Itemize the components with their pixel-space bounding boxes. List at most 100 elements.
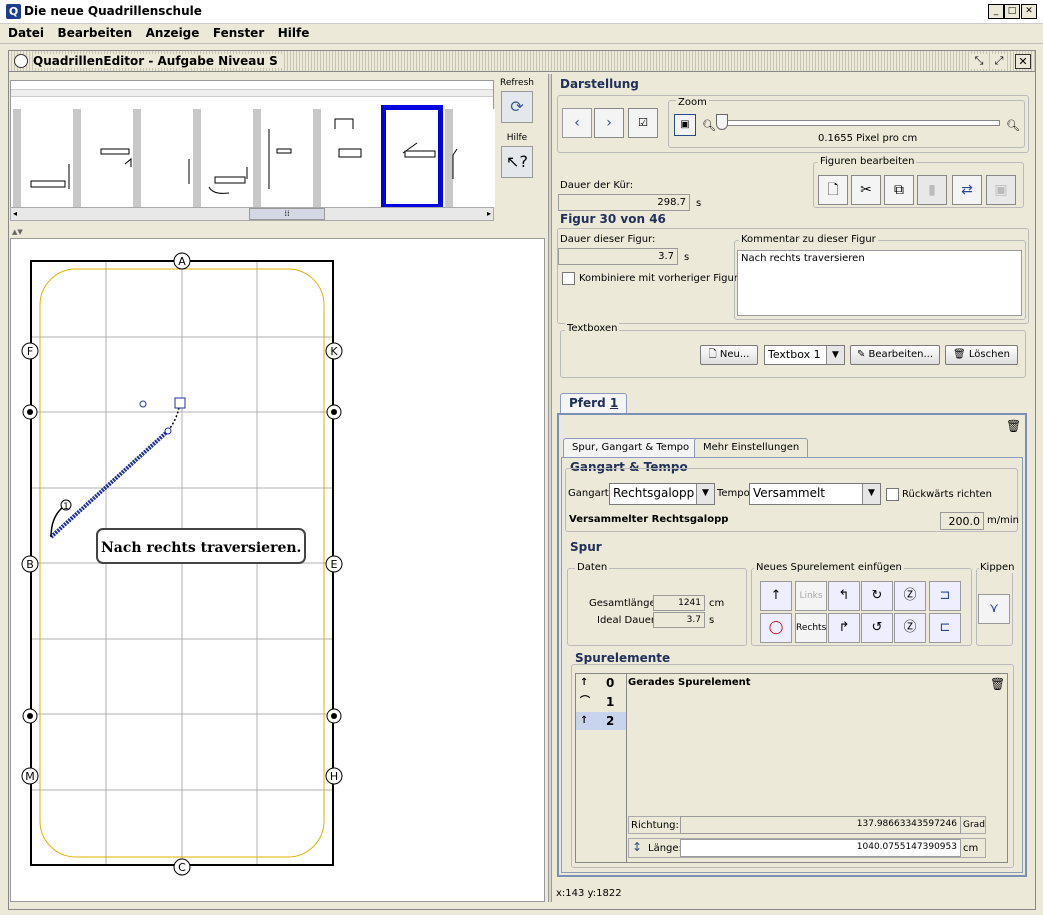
help-tool: Hilfe ↖? [498,133,536,178]
straight-arrow-icon: ↑ [770,588,782,603]
arena-drawing[interactable]: A F K B E M H C 1 Nach rechts traversier… [11,239,546,903]
textbox-edit-label: Bearbeiten... [868,349,934,360]
gangart-select[interactable]: Rechtsgalopp ▼ [609,483,715,505]
close-icon[interactable]: ✕ [1015,54,1031,69]
add-turn-right-button[interactable]: ⊐ [929,581,961,611]
delete-horse-trash-icon[interactable]: 🗑 [1006,419,1021,433]
spurelemente-title: Spurelemente [575,651,671,665]
control-point[interactable] [139,400,147,408]
add-circle-cw-button[interactable]: ↻ [861,581,893,611]
kombiniere-label: Kombiniere mit vorheriger Figur [579,273,738,284]
figure-track[interactable]: 1 [49,397,186,539]
links-button[interactable]: Links [795,581,827,611]
close-button[interactable]: ✕ [1021,4,1037,19]
zoom-in-icon[interactable]: 🔍︎ [1006,119,1020,132]
help-pointer-icon: ↖? [506,152,528,171]
list-item[interactable]: ↑ 0 [576,674,626,692]
scroll-thumb[interactable]: ⁞⁞ [249,208,325,220]
zoom-slider-thumb[interactable] [716,114,728,130]
menu-fenster[interactable]: Fenster [205,24,264,40]
element-title: Gerades Spurelement [628,677,751,688]
add-volte-button[interactable]: ◯ [760,613,792,643]
tab-mehr-einstellungen[interactable]: Mehr Einstellungen [694,438,809,458]
zoom-out-icon[interactable]: 🔍︎ [702,119,716,132]
kuer-dauer-unit: s [696,198,702,209]
thumbnail-sketches [30,118,458,194]
cut-button[interactable]: ✂ [851,175,881,205]
letter-f: F [27,345,33,358]
help-button[interactable]: ↖? [501,146,533,178]
arena-canvas[interactable]: A F K B E M H C 1 Nach rechts traversier… [10,238,545,902]
add-circle-ccw-button[interactable]: ↺ [861,613,893,643]
kommentar-textarea[interactable]: Nach rechts traversieren [737,250,1022,316]
speed-unit: m/min [987,515,1019,526]
maximize-icon[interactable]: ⤢ [991,54,1007,69]
letter-c: C [178,861,186,874]
kombiniere-checkbox[interactable] [562,272,575,285]
add-straight-button[interactable]: ↑ [760,581,792,611]
gangart-summary: Versammelter Rechtsgalopp [569,514,729,525]
element-detail-panel [626,673,1008,863]
prev-figure-button[interactable]: ‹ [562,108,592,138]
maximize-button[interactable]: □ [1004,4,1020,19]
textbox-edit-button[interactable]: ✎ Bearbeiten... [850,345,940,365]
edit-icon: ✎ [856,349,866,360]
textbox-new-button[interactable]: 🗋 Neu... [700,345,758,365]
zoom-slider[interactable] [718,120,1000,126]
new-figure-button[interactable]: 🗋 [818,175,848,205]
add-serpentine-right-button[interactable]: Ⓩ [894,581,926,611]
save-button[interactable]: ▣ [986,175,1016,205]
refresh-button[interactable]: ⟳ [501,91,533,123]
iconify-icon[interactable]: ⤡ [971,54,987,69]
kippen-button[interactable]: ⋎ [978,594,1010,624]
figur-dauer-label: Dauer dieser Figur: [560,234,656,245]
menu-anzeige[interactable]: Anzeige [138,24,200,40]
copy-button[interactable]: ⧉ [884,175,914,205]
kommentar-label: Kommentar zu dieser Figur [739,234,878,245]
rueckwaerts-checkbox[interactable] [886,488,899,501]
figur-dauer-unit: s [684,252,690,263]
figur-title: Figur 30 von 46 [560,212,666,226]
spur-title: Spur [570,540,602,554]
copy-icon: ⧉ [894,182,904,198]
list-item[interactable]: ⌒ 1 [576,693,626,711]
start-handle[interactable] [174,397,186,409]
volte-icon: ◯ [768,620,784,635]
next-figure-button[interactable]: › [594,108,624,138]
app-title: Die neue Quadrillenschule [24,4,202,18]
tab-pferd-1[interactable]: Pferd 1 [560,393,628,414]
menu-bearbeiten[interactable]: Bearbeiten [50,24,133,40]
fit-zoom-button[interactable]: ▣ [674,114,696,136]
scroll-left-icon[interactable]: ◂ [13,209,17,218]
thumbnail-scrollbar[interactable]: ◂ ⁞⁞ ▸ [10,207,494,221]
tempo-select[interactable]: Versammelt ▼ [749,483,881,505]
add-curve-left-button[interactable]: ↰ [828,581,860,611]
list-item-selected[interactable]: ↑ 2 [576,712,626,730]
tab-spur-gangart[interactable]: Spur, Gangart & Tempo [563,438,699,458]
add-curve-right-button[interactable]: ↱ [828,613,860,643]
q-app-icon: Q [6,4,21,19]
menu-datei[interactable]: Datei [0,24,44,40]
swap-button[interactable]: ⇄ [952,175,982,205]
darstellung-title: Darstellung [560,77,639,91]
menu-hilfe[interactable]: Hilfe [270,24,310,40]
paste-button[interactable]: ▮ [917,175,947,205]
ideal-unit: s [709,615,715,626]
minimize-button[interactable]: _ [988,4,1004,19]
delete-element-trash-icon[interactable]: 🗑 [990,677,1005,691]
split-arrows-icon[interactable]: ▲▼ [12,228,23,236]
trash-icon: 🗑 [953,349,966,360]
checklist-button[interactable]: ☑ [628,108,658,138]
add-turn-left-button[interactable]: ⊏ [929,613,961,643]
editor-titlebar: QuadrillenEditor - Aufgabe Niveau S ⤡ ⤢ … [8,50,1036,72]
textbox-select[interactable]: Textbox 1 ▼ [764,345,845,365]
split-pane-divider[interactable] [548,74,552,902]
laenge-field[interactable]: 1040.0755147390953 [680,839,961,857]
figure-number: 1 [63,502,69,512]
daten-label: Daten [575,562,610,573]
rechts-button[interactable]: Rechts [795,613,827,643]
fit-icon: ▣ [680,119,690,130]
add-serpentine-left-button[interactable]: Ⓩ [894,613,926,643]
scroll-right-icon[interactable]: ▸ [487,209,491,218]
textbox-delete-button[interactable]: 🗑 Löschen [945,345,1018,365]
